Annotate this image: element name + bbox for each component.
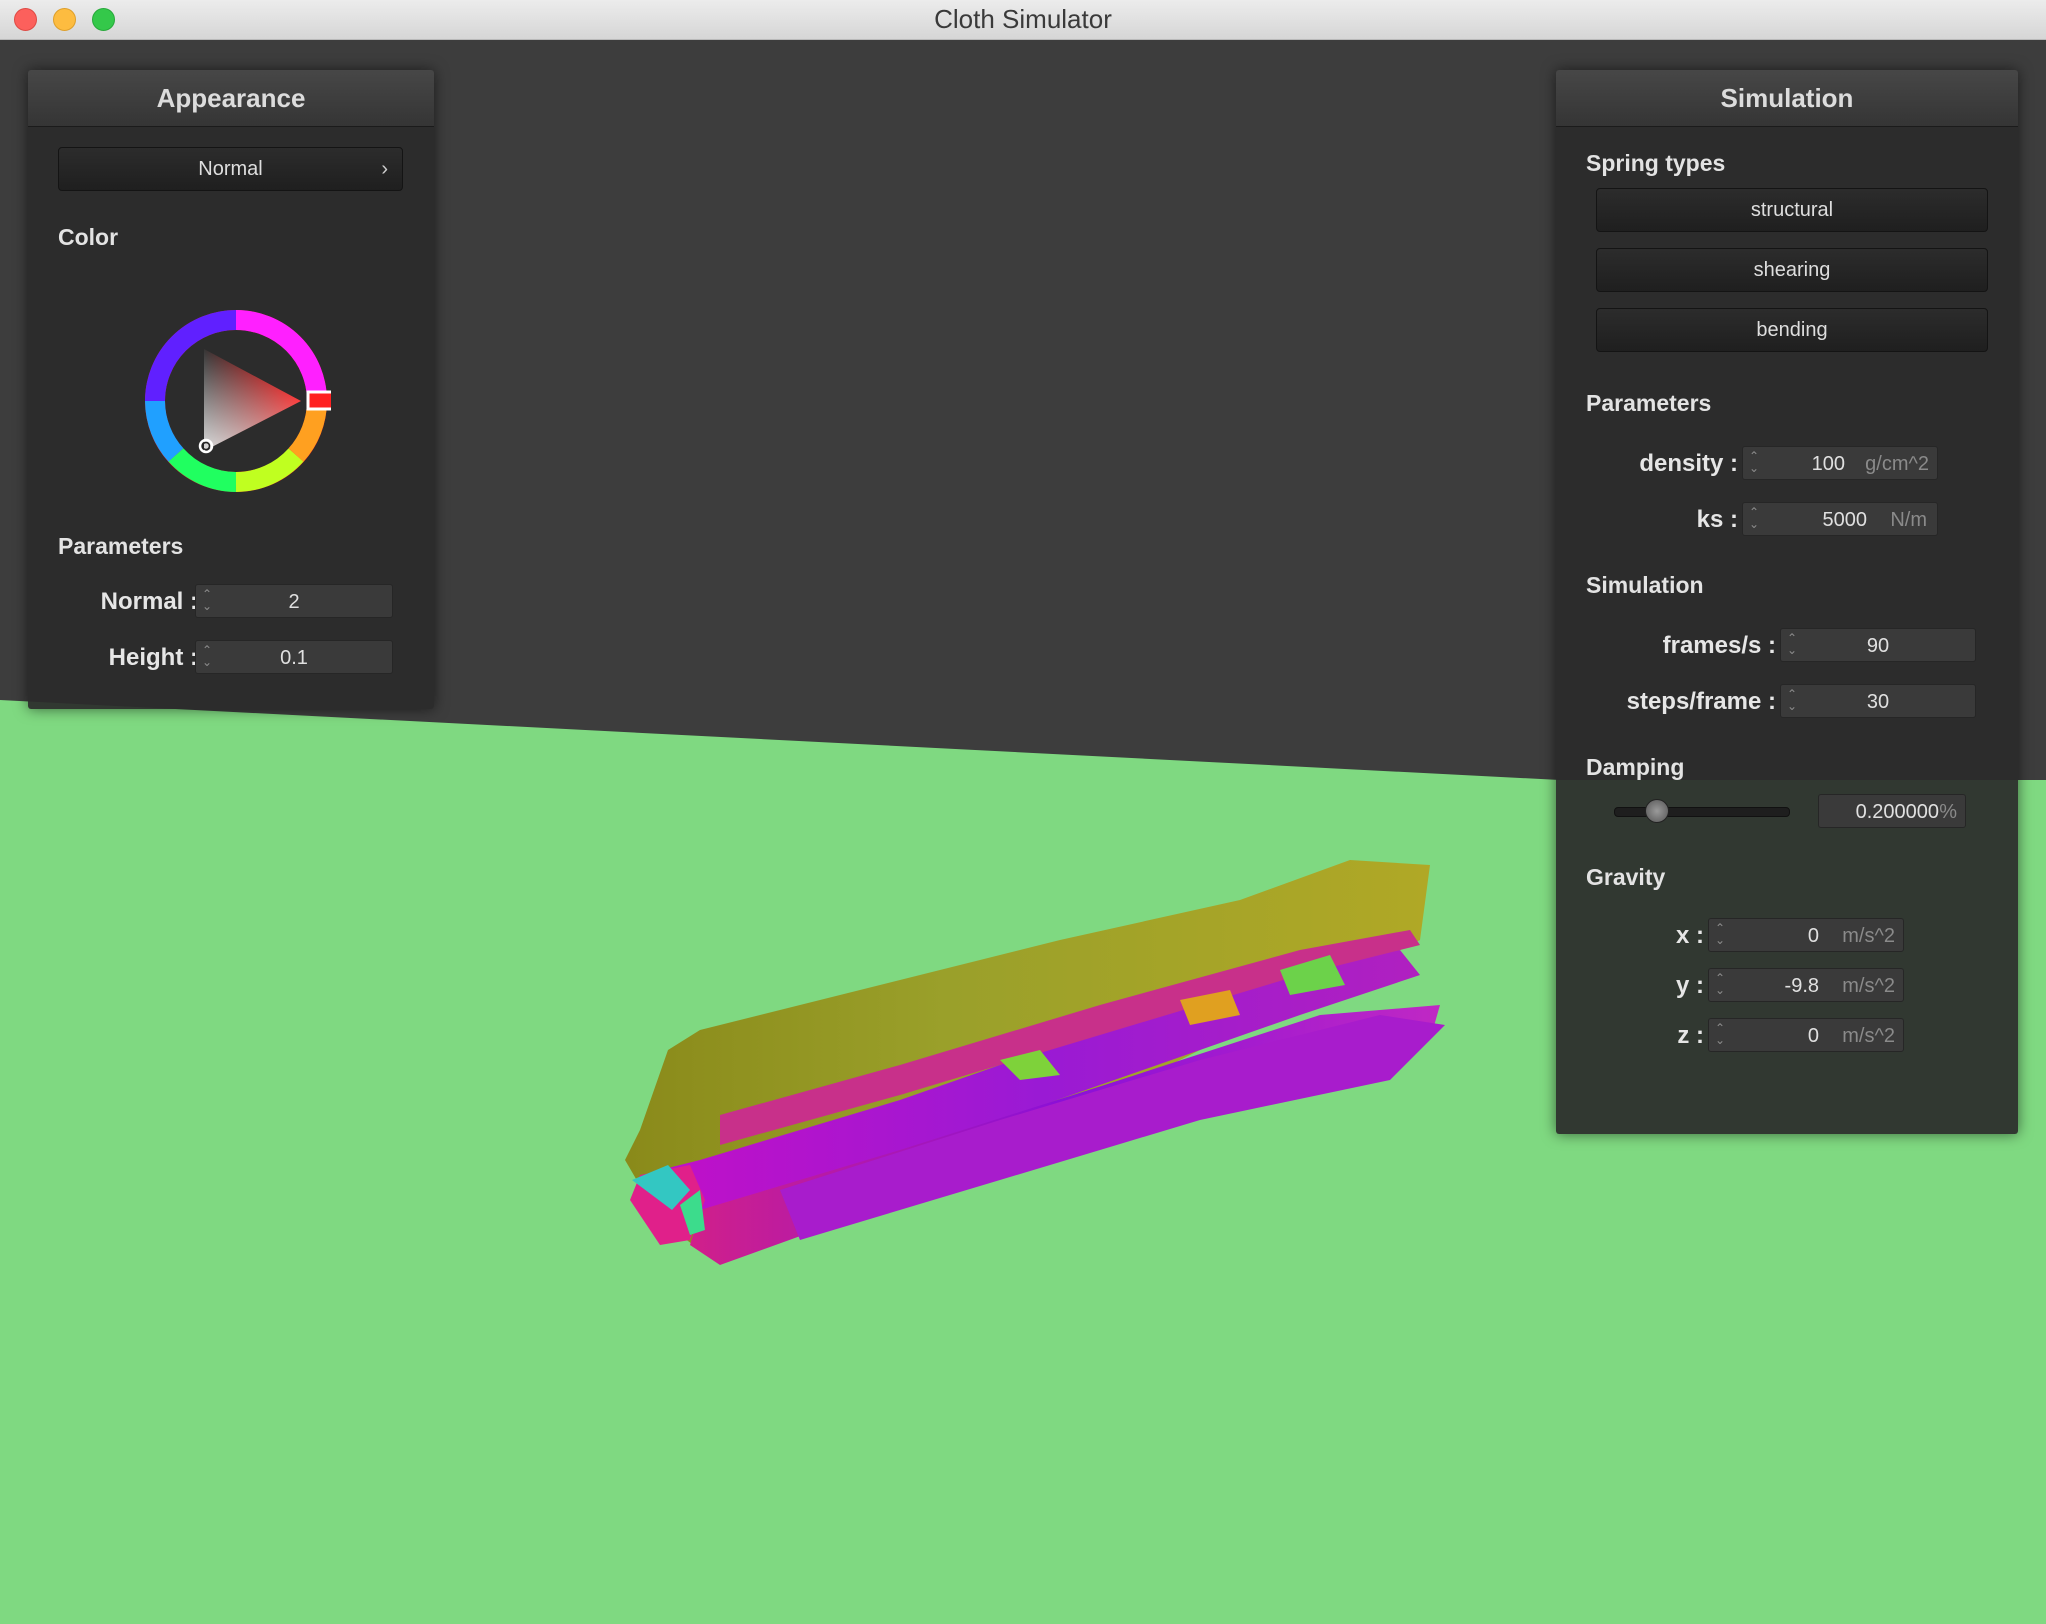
color-section-label: Color — [58, 224, 119, 250]
gravity-x-label: x : — [1675, 922, 1704, 949]
shader-dropdown[interactable]: Normal › — [58, 147, 403, 191]
shearing-spring-toggle[interactable]: shearing — [1596, 248, 1988, 292]
density-input[interactable]: ⌃ ⌄ 100 g/cm^2 — [1742, 446, 1938, 480]
spinner-icon[interactable]: ⌃ ⌄ — [1749, 450, 1759, 474]
spinner-icon[interactable]: ⌃ ⌄ — [1715, 1022, 1725, 1046]
gravity-label: Gravity — [1586, 864, 1666, 890]
shader-dropdown-label: Normal — [198, 158, 263, 180]
appearance-panel: Appearance Normal › Color Parameters Nor… — [28, 70, 434, 709]
viewport[interactable]: Appearance Normal › Color Parameters Nor… — [0, 40, 2046, 1624]
ks-label: ks : — [1696, 506, 1738, 533]
appearance-panel-header[interactable]: Appearance — [28, 70, 434, 127]
chevron-right-icon: › — [381, 158, 388, 180]
gravity-y-label: y : — [1675, 972, 1704, 999]
simulation-panel: Simulation Spring types structural shear… — [1556, 70, 2018, 1134]
damping-label: Damping — [1586, 754, 1685, 780]
color-wheel[interactable] — [141, 306, 331, 496]
density-label: density : — [1639, 450, 1738, 477]
title-bar: Cloth Simulator — [0, 0, 2046, 40]
steps-per-frame-label: steps/frame : — [1626, 688, 1776, 715]
height-label: Height : — [108, 644, 198, 671]
structural-spring-toggle[interactable]: structural — [1596, 188, 1988, 232]
normal-input[interactable]: ⌃ ⌄ 2 — [195, 584, 393, 618]
damping-slider-handle[interactable] — [1645, 799, 1670, 823]
window-title: Cloth Simulator — [934, 4, 1112, 34]
gravity-x-input[interactable]: ⌃ ⌄ 0 m/s^2 — [1708, 918, 1904, 952]
bending-spring-toggle[interactable]: bending — [1596, 308, 1988, 352]
hue-selector[interactable] — [306, 390, 331, 411]
sim-parameters-label: Parameters — [1586, 390, 1712, 416]
steps-per-frame-input[interactable]: ⌃ ⌄ 30 — [1780, 684, 1976, 718]
spring-types-label: Spring types — [1586, 150, 1726, 176]
simulation-section-label: Simulation — [1586, 572, 1704, 598]
spinner-icon[interactable]: ⌃ ⌄ — [1715, 972, 1725, 996]
height-input[interactable]: ⌃ ⌄ 0.1 — [195, 640, 393, 674]
gravity-z-input[interactable]: ⌃ ⌄ 0 m/s^2 — [1708, 1018, 1904, 1052]
spinner-icon[interactable]: ⌃ ⌄ — [1715, 922, 1725, 946]
spinner-icon[interactable]: ⌃ ⌄ — [1749, 506, 1759, 530]
damping-slider[interactable] — [1614, 799, 1790, 823]
normal-label: Normal : — [100, 588, 198, 615]
ks-input[interactable]: ⌃ ⌄ 5000 N/m — [1742, 502, 1938, 536]
gravity-z-label: z : — [1677, 1022, 1704, 1049]
appearance-parameters-label: Parameters — [58, 533, 184, 559]
fps-label: frames/s : — [1662, 632, 1776, 659]
simulation-panel-header[interactable]: Simulation — [1556, 70, 2018, 127]
fps-input[interactable]: ⌃ ⌄ 90 — [1780, 628, 1976, 662]
damping-input[interactable]: 0.200000 % — [1818, 794, 1966, 828]
gravity-y-input[interactable]: ⌃ ⌄ -9.8 m/s^2 — [1708, 968, 1904, 1002]
